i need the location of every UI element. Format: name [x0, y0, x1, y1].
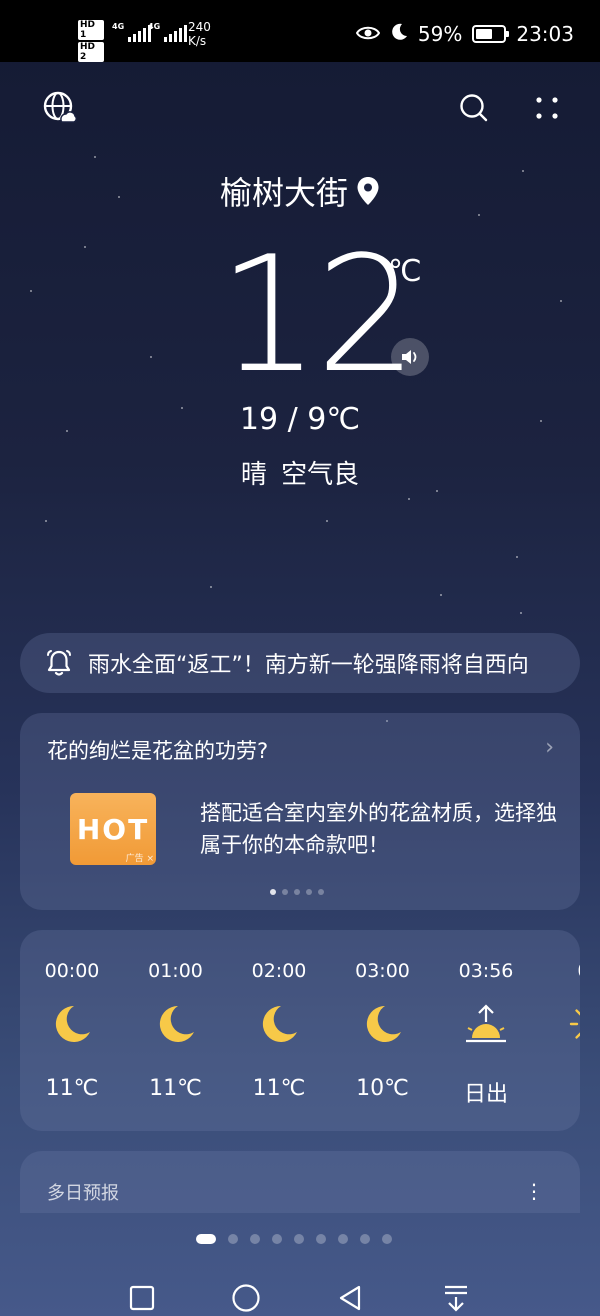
ad-tag[interactable]: 广告 × [126, 851, 154, 864]
back-triangle-icon[interactable] [333, 1280, 369, 1316]
search-icon[interactable] [454, 88, 494, 128]
hour-value: 11℃ [252, 1076, 306, 1101]
location-title[interactable]: 榆树大街 [0, 168, 600, 214]
battery-percent: 59% [417, 22, 463, 46]
ad-carousel-dots [270, 889, 324, 895]
page-indicator-dot [250, 1234, 260, 1244]
ad-logo-text: HOT [76, 812, 150, 846]
eye-icon [355, 22, 381, 46]
ad-carousel-dot [306, 889, 312, 895]
sun-icon [568, 1002, 580, 1046]
chevron-right-icon[interactable]: › [545, 735, 554, 760]
multi-day-forecast-card[interactable]: 多日预报 ⋮ [20, 1151, 580, 1213]
hour-time: 04 [538, 960, 580, 982]
ad-title: 花的绚烂是花盆的功劳? [47, 739, 269, 763]
hd-badges: HD 1 HD 2 [78, 20, 104, 64]
weather-condition: 晴 空气良 [240, 460, 360, 490]
page-indicator-dot [382, 1234, 392, 1244]
bell-icon [46, 649, 72, 677]
ad-carousel-dot [294, 889, 300, 895]
network-speed: 240 K/s [188, 20, 211, 48]
page-indicator-dot [272, 1234, 282, 1244]
hour-value: 10℃ [356, 1076, 409, 1101]
signal-1-icon: 4G [112, 22, 152, 42]
location-name: 榆树大街 [219, 174, 348, 212]
hour-time: 00:00 [44, 960, 100, 982]
network-speed-unit: K/s [188, 34, 207, 48]
signal-1-label: 4G [112, 22, 125, 31]
multi-day-title: 多日预报 [47, 1183, 119, 1204]
page-indicator-dot [294, 1234, 304, 1244]
battery-icon [472, 25, 510, 43]
status-bar: HD 1 HD 2 4G 4G 240 K/s 59% 23:03 [0, 0, 600, 62]
hd1-badge: HD 1 [78, 20, 104, 40]
page-indicator-dot [360, 1234, 370, 1244]
multi-day-more-icon[interactable]: ⋮ [524, 1179, 544, 1203]
hour-time: 03:00 [355, 960, 410, 982]
temperature-unit: ℃ [388, 254, 422, 289]
moon-icon [257, 1002, 301, 1046]
page-indicator-dot [228, 1234, 238, 1244]
ad-carousel-dot [318, 889, 324, 895]
home-circle-icon[interactable] [228, 1280, 264, 1316]
hour-time: 03:56 [458, 960, 514, 982]
ad-card[interactable]: 花的绚烂是花盆的功劳? › HOT 广告 × 搭配适合室内室外的花盆材质，选择独… [20, 713, 580, 910]
ad-carousel-dot [270, 889, 276, 895]
do-not-disturb-moon-icon [390, 22, 408, 46]
clock: 23:03 [516, 22, 574, 46]
hd2-badge: HD 2 [78, 42, 104, 62]
hourly-forecast-card[interactable]: 00:00 11℃ 01:00 11℃ 02:00 11℃ 03:00 10℃ 03:56 日出 0… [20, 930, 580, 1131]
moon-icon [50, 1002, 94, 1046]
signal-2-icon: 4G [148, 22, 188, 42]
current-temperature: 12 [218, 221, 418, 408]
ad-body: 搭配适合室内室外的花盆材质，选择独属于你的本命款吧！ [200, 801, 557, 857]
moon-icon [154, 1002, 198, 1046]
notification-shade-icon[interactable] [438, 1280, 474, 1316]
more-menu-icon[interactable] [527, 88, 567, 128]
hour-value: 1 [538, 1076, 581, 1101]
battery-level [476, 29, 492, 39]
moon-icon [361, 1002, 405, 1046]
location-pin-icon [356, 176, 380, 214]
sunrise-icon [464, 1002, 508, 1046]
temperature-range: 19 / 9℃ [239, 402, 361, 437]
speaker-icon[interactable] [391, 338, 429, 376]
page-indicator-dot [316, 1234, 326, 1244]
hour-value: 11℃ [149, 1076, 202, 1101]
ad-carousel-dot [282, 889, 288, 895]
news-alert-banner[interactable]: 雨水全面“返工”！南方新一轮强降雨将自西向 [20, 633, 580, 693]
city-page-indicator [196, 1234, 392, 1244]
city-management-globe-icon[interactable] [40, 88, 80, 128]
hour-time: 02:00 [251, 960, 307, 982]
hour-value: 11℃ [45, 1076, 99, 1101]
hour-time: 01:00 [148, 960, 203, 982]
hour-value: 日出 [463, 1082, 508, 1107]
page-indicator-dot [338, 1234, 348, 1244]
alert-text: 雨水全面“返工”！南方新一轮强降雨将自西向 [88, 653, 529, 678]
signal-2-label: 4G [148, 22, 161, 31]
page-indicator-dot [196, 1234, 216, 1244]
network-speed-value: 240 [188, 20, 211, 34]
ad-logo-image: HOT 广告 × [70, 793, 156, 865]
system-navigation-bar [0, 1260, 600, 1316]
recent-apps-square-icon[interactable] [124, 1280, 160, 1316]
